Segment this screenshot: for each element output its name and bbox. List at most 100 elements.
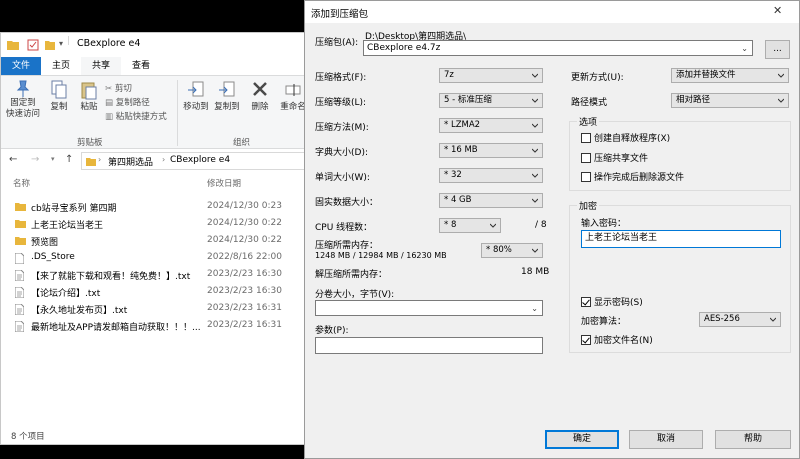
title-separator: | bbox=[67, 36, 71, 46]
mem-comp-value: 1248 MB / 12984 MB / 16230 MB bbox=[315, 251, 447, 260]
file-explorer-window: ▾ | CBexplore e4 文件 主页 共享 查看 固定到 快速访问 复制… bbox=[0, 32, 306, 445]
tab-file[interactable]: 文件 bbox=[1, 57, 41, 75]
sfx-checkbox[interactable]: 创建自释放程序(X) bbox=[581, 131, 670, 144]
status-bar-item-count: 8 个项目 bbox=[11, 432, 45, 442]
update-value: 添加并替换文件 bbox=[676, 70, 736, 80]
file-date: 2023/2/23 16:30 bbox=[207, 269, 282, 279]
browse-button[interactable]: ... bbox=[765, 40, 790, 59]
paste-shortcut-icon: ▥ bbox=[105, 112, 114, 122]
ribbon-panel: 固定到 快速访问 复制 粘贴 ✂ 剪切 ▤ 复制路径 ▥ 粘贴快捷方式 移动到 bbox=[1, 75, 305, 149]
archive-label: 压缩包(A): bbox=[315, 38, 359, 48]
address-folder-icon bbox=[86, 158, 96, 166]
password-input[interactable]: 上老王论坛当老王 bbox=[581, 230, 781, 248]
copy-path-button[interactable]: ▤ 复制路径 bbox=[105, 96, 150, 108]
move-to-button[interactable]: 移动到 bbox=[181, 80, 211, 112]
shared-files-label: 压缩共享文件 bbox=[594, 154, 649, 164]
word-value: * 32 bbox=[444, 170, 462, 180]
level-select[interactable]: 5 - 标准压缩 bbox=[439, 93, 543, 108]
list-item[interactable]: .DS_Store 2022/8/16 22:00 bbox=[1, 250, 305, 266]
breadcrumb-separator-icon: › bbox=[162, 155, 166, 164]
paste-button[interactable]: 粘贴 bbox=[75, 80, 103, 112]
file-date: 2024/12/30 0:23 bbox=[207, 201, 282, 211]
word-label: 单词大小(W): bbox=[315, 173, 370, 183]
params-input[interactable] bbox=[315, 337, 543, 354]
list-item[interactable]: 【永久地址发布页】.txt 2023/2/23 16:31 bbox=[1, 301, 305, 317]
tab-view[interactable]: 查看 bbox=[121, 57, 161, 75]
file-list-header: 名称 修改日期 bbox=[1, 177, 305, 193]
path-mode-select[interactable]: 相对路径 bbox=[671, 93, 789, 108]
update-select[interactable]: 添加并替换文件 bbox=[671, 68, 789, 83]
help-button[interactable]: 帮助 bbox=[715, 430, 791, 449]
file-name: .DS_Store bbox=[31, 252, 75, 262]
forward-arrow-icon[interactable]: → bbox=[31, 154, 39, 165]
method-select[interactable]: * LZMA2 bbox=[439, 118, 543, 133]
column-date[interactable]: 修改日期 bbox=[207, 177, 241, 189]
cpu-select[interactable]: * 8 bbox=[439, 218, 501, 233]
chevron-down-icon bbox=[532, 98, 538, 103]
breadcrumb-item-current[interactable]: CBexplore e4 bbox=[170, 155, 230, 165]
dict-value: * 16 MB bbox=[444, 145, 478, 155]
address-bar[interactable]: › 第四期选品 › CBexplore e4 bbox=[81, 152, 305, 170]
split-combo[interactable]: ⌄ bbox=[315, 300, 543, 316]
cut-label: 剪切 bbox=[114, 84, 132, 94]
folder-small-icon[interactable] bbox=[45, 40, 55, 50]
column-name[interactable]: 名称 bbox=[13, 177, 30, 189]
list-item[interactable]: 【来了就能下载和观看！纯免费！】.txt 2023/2/23 16:30 bbox=[1, 267, 305, 283]
list-item[interactable]: 上老王论坛当老王 2024/12/30 0:22 bbox=[1, 216, 305, 232]
file-name: 【来了就能下载和观看！纯免费！】.txt bbox=[31, 272, 191, 282]
tab-home[interactable]: 主页 bbox=[41, 57, 81, 75]
list-item[interactable]: 预览图 2024/12/30 0:22 bbox=[1, 233, 305, 249]
checkbox-icon[interactable] bbox=[27, 39, 39, 51]
dict-select[interactable]: * 16 MB bbox=[439, 143, 543, 158]
close-icon[interactable]: ✕ bbox=[773, 4, 782, 17]
list-item[interactable]: cb站寻宝系列 第四期 2024/12/30 0:23 bbox=[1, 199, 305, 215]
format-value: 7z bbox=[444, 70, 454, 80]
copy-to-icon bbox=[219, 81, 235, 97]
delete-label: 删除 bbox=[251, 102, 269, 112]
level-label: 压缩等级(L): bbox=[315, 98, 367, 108]
show-password-checkbox[interactable]: 显示密码(S) bbox=[581, 295, 643, 308]
organize-group-label: 组织 bbox=[233, 138, 251, 148]
paste-shortcut-button[interactable]: ▥ 粘贴快捷方式 bbox=[105, 110, 167, 122]
encrypt-names-label: 加密文件名(N) bbox=[594, 336, 653, 346]
list-item[interactable]: 最新地址及APP请发邮箱自动获取！！！... 2023/2/23 16:31 bbox=[1, 318, 305, 334]
breadcrumb-item-parent[interactable]: 第四期选品 bbox=[108, 155, 153, 168]
enc-method-value: AES-256 bbox=[704, 314, 740, 324]
file-date: 2024/12/30 0:22 bbox=[207, 235, 282, 245]
back-arrow-icon[interactable]: ← bbox=[9, 154, 17, 165]
mem-decomp-label: 解压缩所需内存： bbox=[315, 270, 388, 280]
pin-quick-access-button[interactable]: 固定到 快速访问 bbox=[5, 80, 41, 120]
format-select[interactable]: 7z bbox=[439, 68, 543, 83]
sfx-label: 创建自释放程序(X) bbox=[594, 134, 671, 144]
breadcrumb-separator-icon: › bbox=[98, 155, 102, 164]
paste-label: 粘贴 bbox=[80, 102, 98, 112]
mem-percent-select[interactable]: * 80% bbox=[481, 243, 543, 258]
delete-after-checkbox[interactable]: 操作完成后删除源文件 bbox=[581, 170, 684, 183]
copy-to-button[interactable]: 复制到 bbox=[211, 80, 243, 112]
text-file-icon bbox=[15, 270, 24, 281]
cancel-button[interactable]: 取消 bbox=[629, 430, 703, 449]
chevron-down-icon bbox=[532, 173, 538, 178]
cpu-value: * 8 bbox=[444, 220, 457, 230]
copy-button[interactable]: 复制 bbox=[45, 80, 73, 112]
encrypt-names-checkbox[interactable]: 加密文件名(N) bbox=[581, 333, 653, 346]
word-select[interactable]: * 32 bbox=[439, 168, 543, 183]
solid-select[interactable]: * 4 GB bbox=[439, 193, 543, 208]
method-value: * LZMA2 bbox=[444, 120, 481, 130]
ok-button[interactable]: 确定 bbox=[545, 430, 619, 449]
up-arrow-icon[interactable]: ↑ bbox=[65, 154, 73, 165]
shared-files-checkbox[interactable]: 压缩共享文件 bbox=[581, 151, 648, 164]
delete-button[interactable]: 删除 bbox=[247, 80, 273, 112]
file-date: 2023/2/23 16:30 bbox=[207, 286, 282, 296]
enc-method-select[interactable]: AES-256 bbox=[699, 312, 781, 327]
qat-dropdown-icon[interactable]: ▾ bbox=[59, 39, 63, 48]
recent-locations-icon[interactable]: ▾ bbox=[51, 155, 55, 163]
cut-button[interactable]: ✂ 剪切 bbox=[105, 82, 132, 94]
rename-button[interactable]: 重命名 bbox=[275, 80, 305, 112]
chevron-down-icon bbox=[532, 248, 538, 253]
archive-name-combo[interactable]: CBexplore e4.7z ⌄ bbox=[363, 40, 753, 56]
format-label: 压缩格式(F): bbox=[315, 73, 367, 83]
list-item[interactable]: 【论坛介绍】.txt 2023/2/23 16:30 bbox=[1, 284, 305, 300]
tab-share[interactable]: 共享 bbox=[81, 57, 121, 75]
file-date: 2023/2/23 16:31 bbox=[207, 303, 282, 313]
